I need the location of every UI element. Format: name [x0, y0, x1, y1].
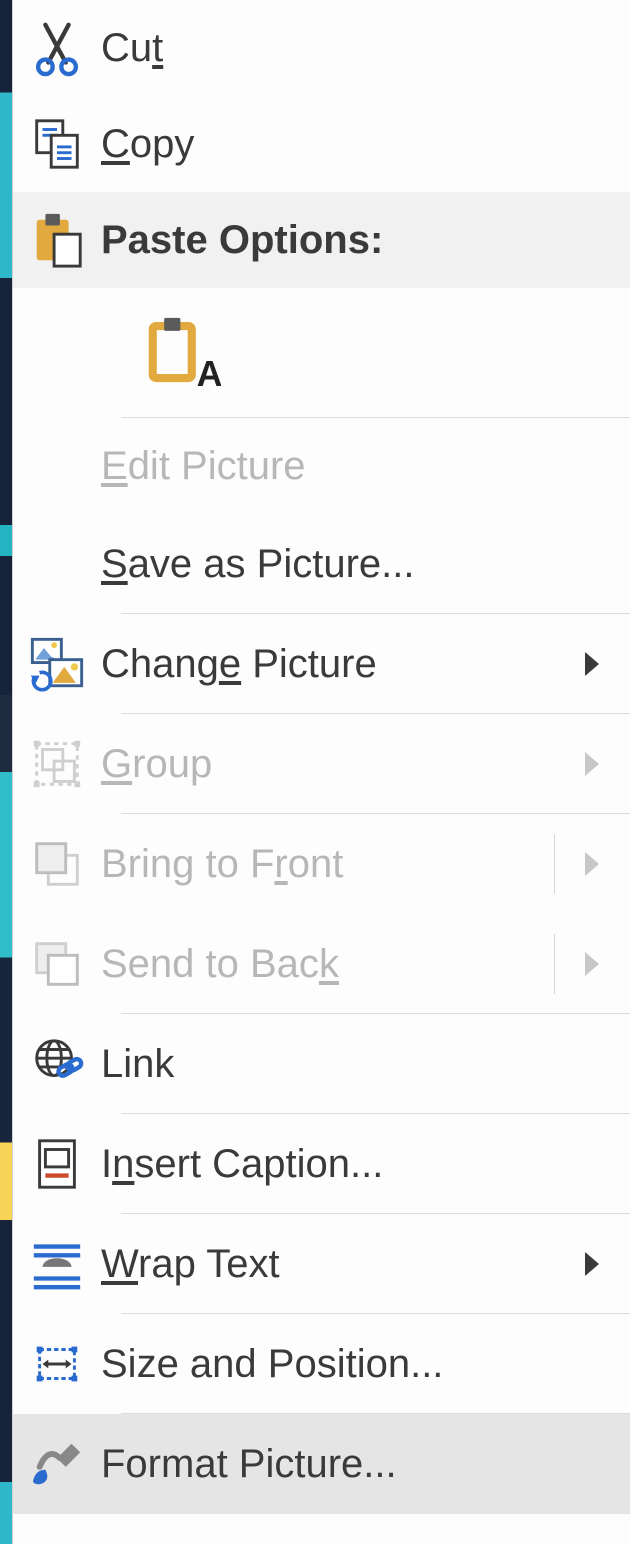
paste-option-keep-text[interactable]: A: [143, 313, 221, 401]
menu-item-size-position[interactable]: Size and Position...: [13, 1314, 630, 1414]
blank-icon: [13, 514, 101, 614]
menu-label-size-position: Size and Position...: [101, 1342, 630, 1387]
scissors-icon: [13, 0, 101, 96]
split-divider: [554, 834, 555, 894]
menu-item-save-as-picture[interactable]: Save as Picture...: [13, 514, 630, 614]
menu-item-bring-to-front: Bring to Front: [13, 814, 630, 914]
context-menu: Cut Copy Paste Options: A Edit Picture S…: [12, 0, 630, 1544]
submenu-arrow-icon: [585, 652, 603, 676]
menu-item-insert-caption[interactable]: Insert Caption...: [13, 1114, 630, 1214]
menu-label-copy: Copy: [101, 122, 630, 167]
menu-header-paste-options: Paste Options:: [13, 192, 630, 288]
wrap-text-icon: [13, 1214, 101, 1314]
menu-item-edit-picture: Edit Picture: [13, 418, 630, 514]
split-divider: [554, 934, 555, 994]
menu-item-copy[interactable]: Copy: [13, 96, 630, 192]
group-icon: [13, 714, 101, 814]
submenu-arrow-icon: [585, 952, 603, 976]
menu-label-insert-caption: Insert Caption...: [101, 1142, 630, 1187]
menu-label-format-picture: Format Picture...: [101, 1442, 630, 1487]
menu-label-cut: Cut: [101, 26, 630, 71]
caption-icon: [13, 1114, 101, 1214]
paste-options-row: A: [13, 288, 630, 418]
menu-label-send-to-back: Send to Back: [101, 942, 630, 987]
menu-label-group: Group: [101, 742, 630, 787]
menu-item-change-picture[interactable]: Change Picture: [13, 614, 630, 714]
menu-label-wrap-text: Wrap Text: [101, 1242, 630, 1287]
submenu-arrow-icon: [585, 752, 603, 776]
menu-label-paste-options: Paste Options:: [101, 218, 630, 263]
menu-item-format-picture[interactable]: Format Picture...: [13, 1414, 630, 1514]
format-picture-icon: [13, 1414, 101, 1514]
bring-front-icon: [13, 814, 101, 914]
menu-item-group: Group: [13, 714, 630, 814]
svg-text:A: A: [197, 354, 221, 391]
size-position-icon: [13, 1314, 101, 1414]
menu-label-change-picture: Change Picture: [101, 642, 630, 687]
blank-icon: [13, 418, 101, 514]
submenu-arrow-icon: [585, 1252, 603, 1276]
paste-icon: [13, 192, 101, 288]
menu-label-link: Link: [101, 1042, 630, 1087]
menu-label-save-as-picture: Save as Picture...: [101, 542, 630, 587]
menu-item-wrap-text[interactable]: Wrap Text: [13, 1214, 630, 1314]
menu-label-edit-picture: Edit Picture: [101, 444, 630, 489]
menu-item-link[interactable]: Link: [13, 1014, 630, 1114]
send-back-icon: [13, 914, 101, 1014]
copy-icon: [13, 96, 101, 192]
submenu-arrow-icon: [585, 852, 603, 876]
menu-label-bring-to-front: Bring to Front: [101, 842, 630, 887]
link-icon: [13, 1014, 101, 1114]
menu-item-cut[interactable]: Cut: [13, 0, 630, 96]
menu-item-send-to-back: Send to Back: [13, 914, 630, 1014]
change-picture-icon: [13, 614, 101, 714]
